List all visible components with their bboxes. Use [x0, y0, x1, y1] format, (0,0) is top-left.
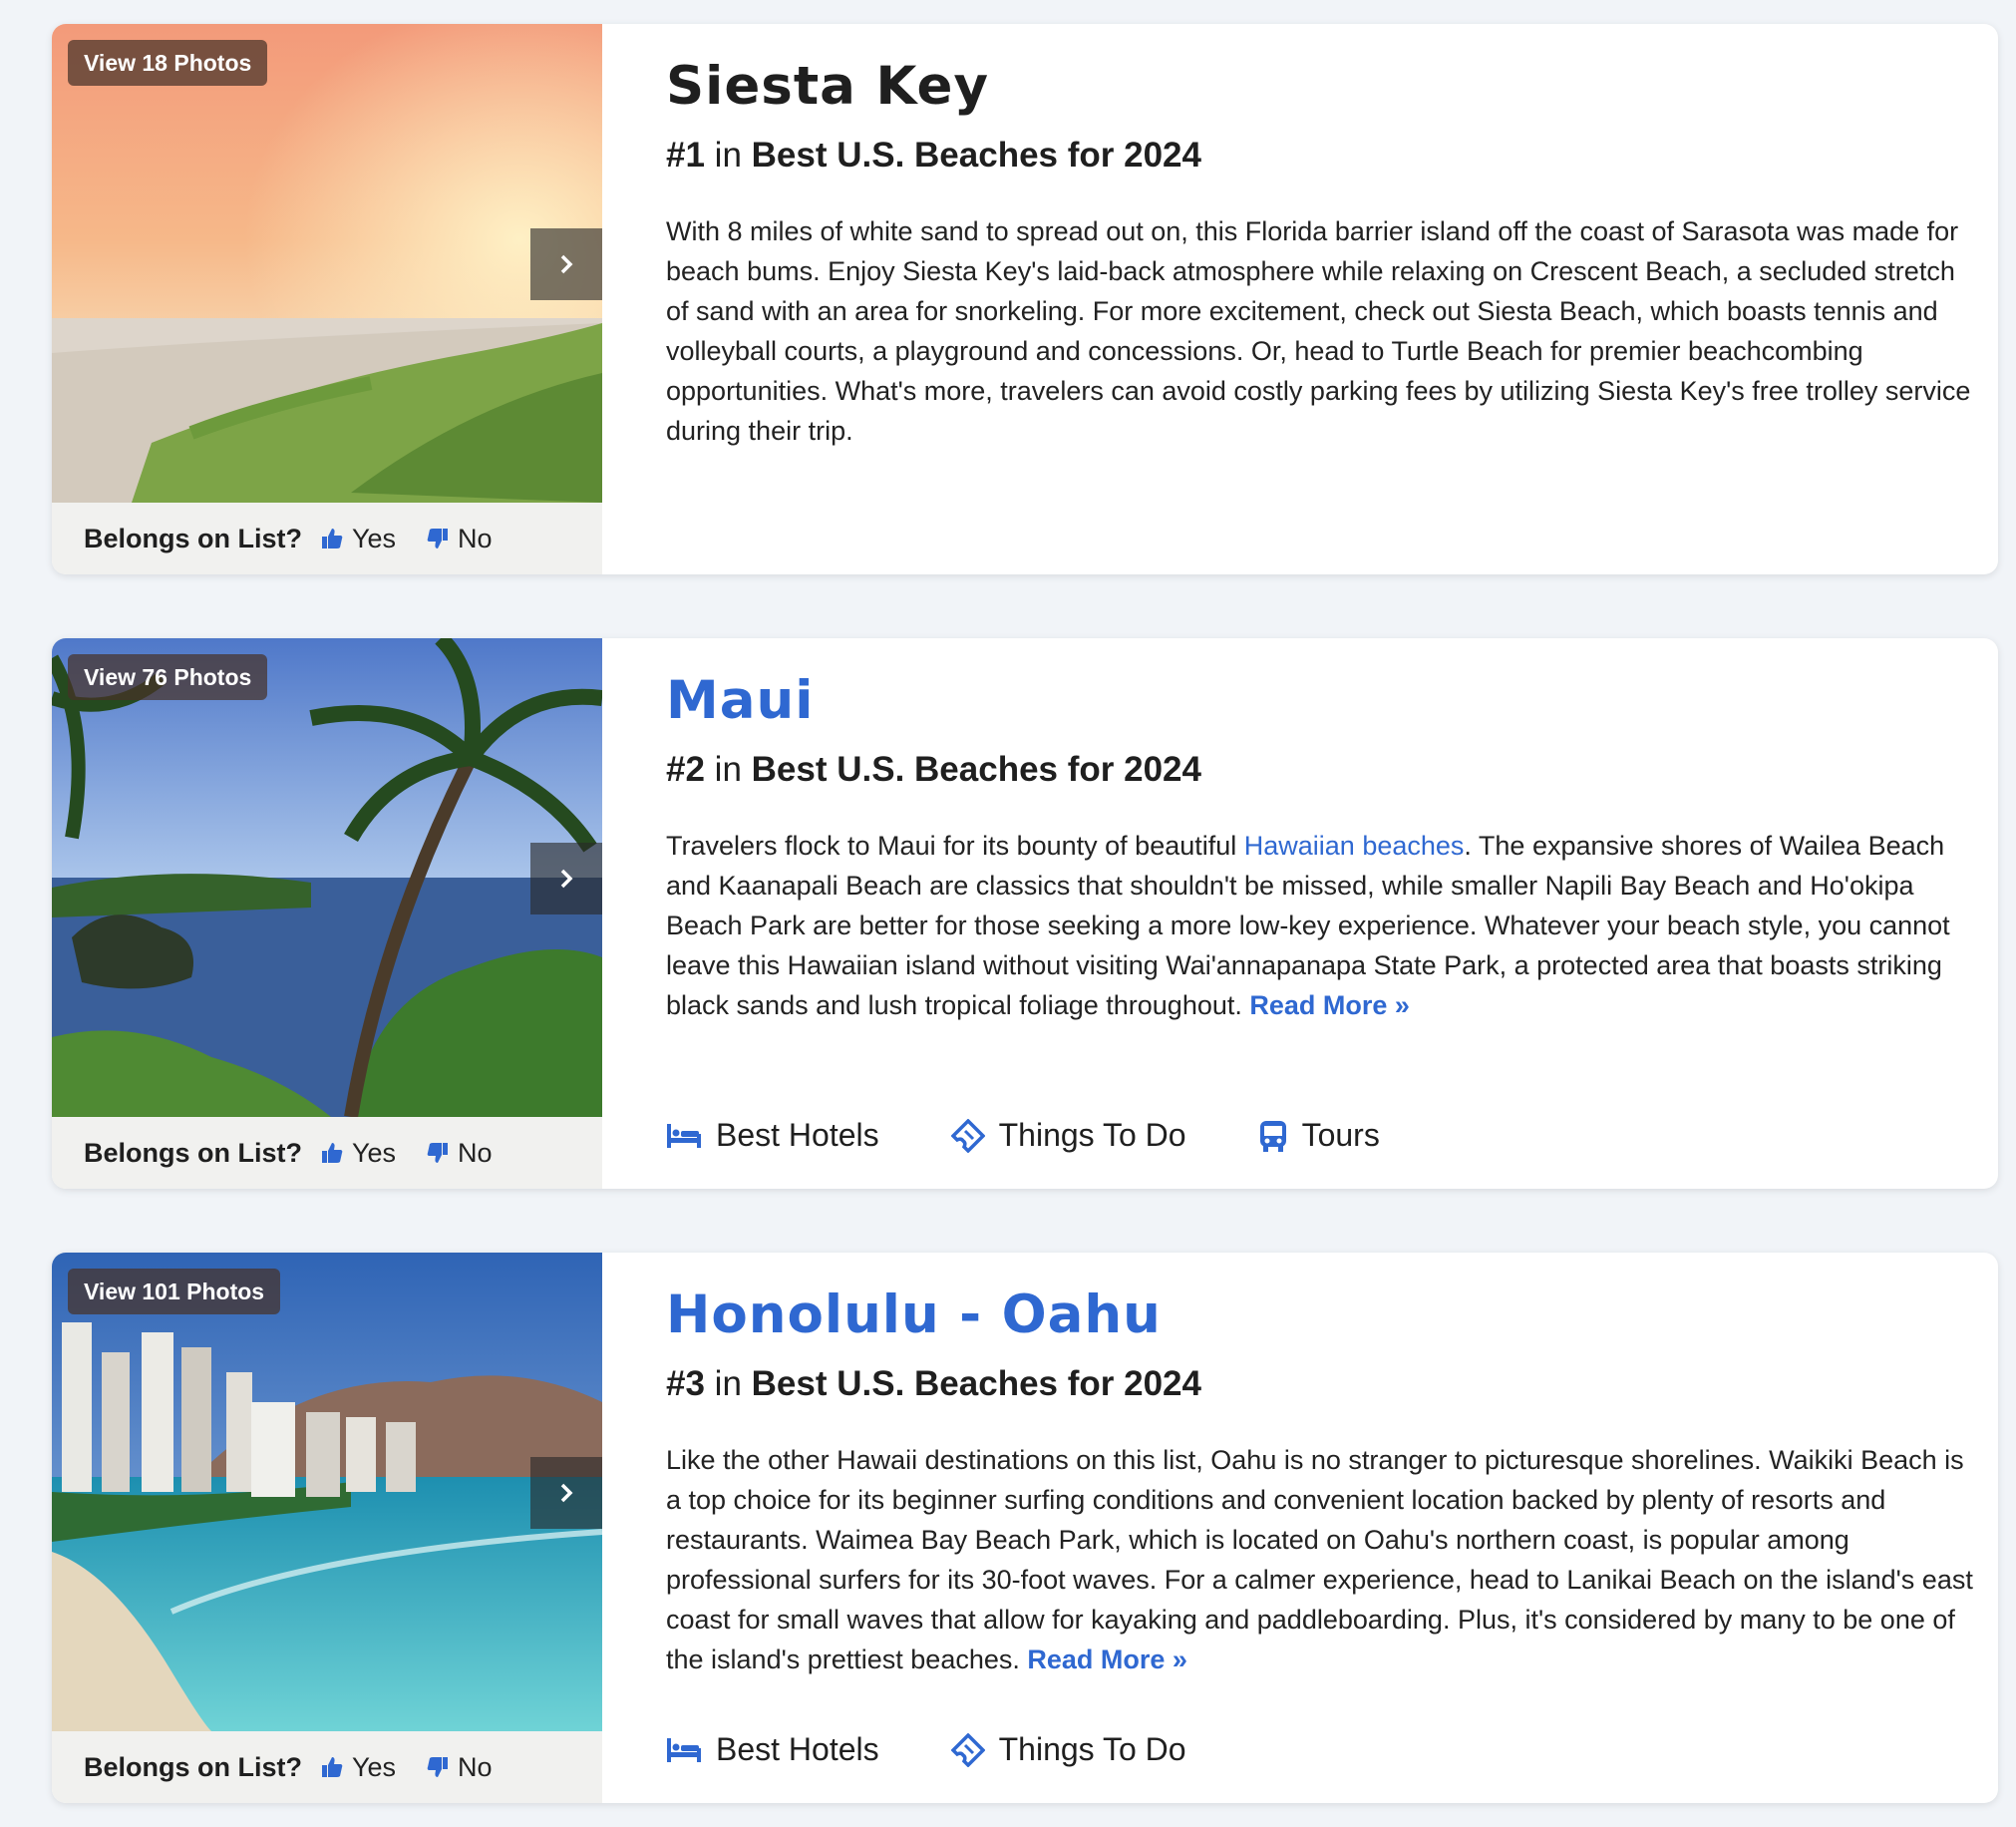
vote-no-button[interactable]: No [426, 1752, 493, 1783]
chevron-right-icon [560, 869, 573, 889]
destination-photo[interactable]: View 101 Photos [52, 1253, 602, 1731]
listing-description: Travelers flock to Maui for its bounty o… [666, 826, 1982, 1025]
best-hotels-link[interactable]: Best Hotels [666, 1117, 879, 1154]
vote-no-label: No [458, 523, 493, 553]
listing-card: View 76 Photos Belongs on List? Yes No M… [52, 638, 1998, 1189]
view-photos-badge[interactable]: View 18 Photos [68, 40, 268, 86]
thumbs-up-icon [322, 529, 343, 548]
listing-description: With 8 miles of white sand to spread out… [666, 211, 1982, 451]
rank-list-name[interactable]: Best U.S. Beaches for 2024 [752, 750, 1201, 789]
listing-rank: #2 in Best U.S. Beaches for 2024 [666, 750, 1201, 790]
description-text: With 8 miles of white sand to spread out… [666, 216, 1971, 446]
chevron-right-icon [560, 1483, 573, 1503]
vote-yes-button[interactable]: Yes [320, 1752, 396, 1783]
listing-actions: Best Hotels Things To Do [666, 1731, 1258, 1768]
honolulu-photo [52, 1253, 602, 1731]
vote-label: Belongs on List? [84, 523, 302, 553]
vote-yes-label: Yes [352, 523, 397, 553]
things-to-do-label: Things To Do [998, 1117, 1186, 1153]
vote-no-button[interactable]: No [426, 524, 493, 554]
vote-yes-label: Yes [352, 1137, 397, 1168]
things-to-do-link[interactable]: Things To Do [950, 1117, 1186, 1154]
view-photos-badge[interactable]: View 76 Photos [68, 654, 268, 700]
rank-number: #2 [666, 750, 705, 789]
rank-number: #3 [666, 1364, 705, 1403]
vote-yes-button[interactable]: Yes [320, 524, 396, 554]
description-text: Like the other Hawaii destinations on th… [666, 1445, 1973, 1674]
ticket-icon [950, 1118, 985, 1153]
vote-label: Belongs on List? [84, 1137, 302, 1168]
best-hotels-link[interactable]: Best Hotels [666, 1731, 879, 1768]
listing-title: Siesta Key [666, 56, 990, 117]
rank-list-name[interactable]: Best U.S. Beaches for 2024 [752, 1364, 1201, 1403]
next-photo-button[interactable] [530, 1457, 602, 1529]
vote-bar: Belongs on List? Yes No [52, 1117, 602, 1189]
maui-photo [52, 638, 602, 1117]
bed-icon [667, 1123, 701, 1148]
bus-icon [1259, 1120, 1286, 1152]
hawaiian-beaches-link[interactable]: Hawaiian beaches [1244, 831, 1465, 861]
rank-in: in [714, 1364, 742, 1403]
listing-title-link[interactable]: Maui [666, 670, 814, 731]
read-more-link[interactable]: Read More » [1027, 1644, 1187, 1674]
vote-bar: Belongs on List? Yes No [52, 503, 602, 574]
vote-yes-button[interactable]: Yes [320, 1138, 396, 1169]
description-text: Travelers flock to Maui for its bounty o… [666, 831, 1244, 861]
listing-rank: #1 in Best U.S. Beaches for 2024 [666, 136, 1201, 176]
tours-link[interactable]: Tours [1258, 1117, 1380, 1154]
thumbs-up-icon [322, 1757, 343, 1777]
best-hotels-label: Best Hotels [716, 1117, 879, 1153]
thumbs-down-icon [427, 1143, 449, 1163]
listing-rank: #3 in Best U.S. Beaches for 2024 [666, 1364, 1201, 1404]
next-photo-button[interactable] [530, 228, 602, 300]
listing-description: Like the other Hawaii destinations on th… [666, 1440, 1982, 1679]
vote-label: Belongs on List? [84, 1751, 302, 1782]
view-photos-badge[interactable]: View 101 Photos [68, 1269, 281, 1314]
next-photo-button[interactable] [530, 843, 602, 914]
rank-list-name[interactable]: Best U.S. Beaches for 2024 [752, 136, 1201, 175]
listing-actions: Best Hotels Things To Do Tours [666, 1117, 1452, 1154]
vote-no-label: No [458, 1751, 493, 1782]
rank-in: in [714, 750, 742, 789]
vote-no-label: No [458, 1137, 493, 1168]
bed-icon [667, 1737, 701, 1762]
thumbs-down-icon [427, 1757, 449, 1777]
read-more-link[interactable]: Read More » [1249, 990, 1410, 1020]
vote-no-button[interactable]: No [426, 1138, 493, 1169]
tours-label: Tours [1301, 1117, 1380, 1153]
siesta-key-photo [52, 24, 602, 503]
destination-photo[interactable]: View 18 Photos [52, 24, 602, 503]
rank-number: #1 [666, 136, 705, 175]
vote-bar: Belongs on List? Yes No [52, 1731, 602, 1803]
chevron-right-icon [560, 254, 573, 274]
listing-card: View 101 Photos Belongs on List? Yes No … [52, 1253, 1998, 1803]
vote-yes-label: Yes [352, 1751, 397, 1782]
best-hotels-label: Best Hotels [716, 1731, 879, 1767]
ticket-icon [950, 1732, 985, 1767]
thumbs-up-icon [322, 1143, 343, 1163]
listing-title-link[interactable]: Honolulu - Oahu [666, 1284, 1162, 1345]
listing-card: View 18 Photos Belongs on List? Yes No S… [52, 24, 1998, 574]
thumbs-down-icon [427, 529, 449, 548]
destination-photo[interactable]: View 76 Photos [52, 638, 602, 1117]
rank-in: in [714, 136, 742, 175]
things-to-do-label: Things To Do [998, 1731, 1186, 1767]
things-to-do-link[interactable]: Things To Do [950, 1731, 1186, 1768]
